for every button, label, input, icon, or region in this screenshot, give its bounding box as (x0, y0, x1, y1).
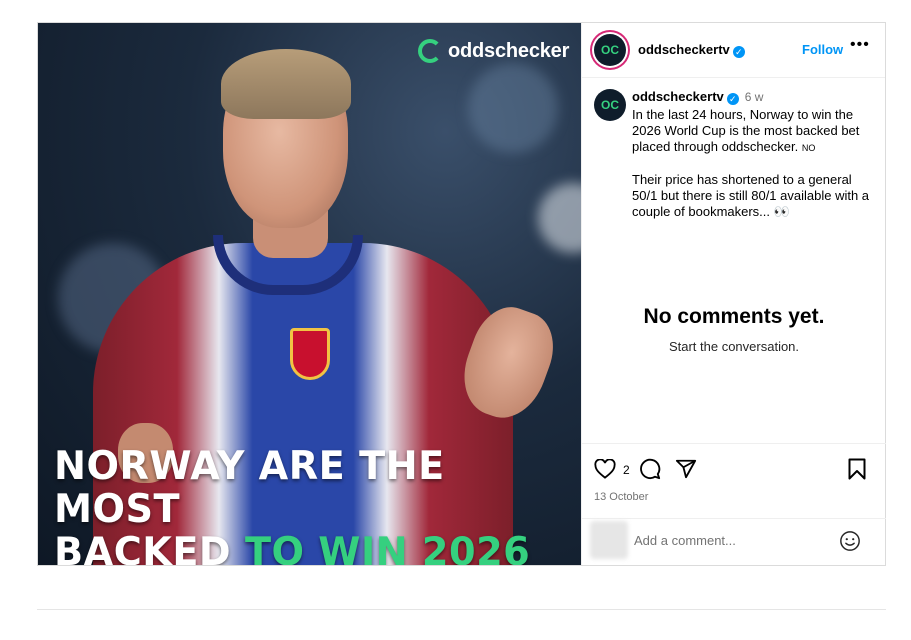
logo-icon (418, 39, 442, 63)
bookmark-icon[interactable] (848, 458, 866, 485)
post-sidebar: OC oddscheckertv ✓ Follow ••• OC oddschec… (581, 23, 886, 565)
caption-paragraph-1: In the last 24 hours, Norway to win the … (632, 107, 876, 156)
heart-icon[interactable] (594, 458, 616, 484)
action-bar: 2 13 October (582, 443, 886, 518)
post-age[interactable]: 6 w (745, 90, 764, 104)
comment-input[interactable] (634, 533, 834, 548)
username-text: oddscheckertv (638, 42, 730, 57)
post-date[interactable]: 13 October (594, 491, 648, 503)
headline-line1: NORWAY ARE THE MOST (54, 444, 445, 532)
post-image[interactable]: oddschecker NORWAY ARE THE MOST BACKED T… (38, 23, 581, 565)
empty-comments: No comments yet. Start the conversation. (582, 305, 886, 354)
verified-icon: ✓ (726, 93, 739, 105)
caption-header: oddscheckertv ✓ 6 w (632, 89, 876, 105)
share-icon[interactable] (675, 458, 697, 485)
player-hair (221, 49, 351, 119)
bokeh-light (538, 183, 581, 253)
empty-title: No comments yet. (643, 305, 825, 328)
norway-crest (290, 328, 330, 380)
header-username[interactable]: oddscheckertv ✓ (638, 42, 745, 58)
bokeh-light (468, 63, 558, 153)
follow-button[interactable]: Follow (802, 42, 843, 57)
post-header: OC oddscheckertv ✓ Follow ••• (582, 23, 885, 78)
user-avatar (590, 521, 628, 559)
flag-emoji: NO (801, 143, 816, 153)
caption-avatar[interactable]: OC (594, 89, 626, 121)
caption-text-1: In the last 24 hours, Norway to win the … (632, 107, 860, 154)
page-divider (37, 609, 886, 610)
headline-line2: BACKED TO WIN 2026 WC (54, 531, 570, 565)
avatar[interactable]: OC (594, 34, 626, 66)
image-headline: NORWAY ARE THE MOST BACKED TO WIN 2026 W… (54, 445, 570, 565)
caption-paragraph-2: Their price has shortened to a general 5… (632, 172, 870, 219)
comment-bar (582, 518, 886, 565)
verified-icon: ✓ (732, 46, 745, 58)
avatar-initials: OC (601, 43, 619, 57)
emoji-icon[interactable] (839, 530, 861, 557)
instagram-post: oddschecker NORWAY ARE THE MOST BACKED T… (37, 22, 886, 566)
avatar-initials: OC (601, 98, 619, 112)
headline-white: BACKED (54, 530, 232, 565)
caption: oddscheckertv ✓ 6 w In the last 24 hours, … (632, 89, 876, 220)
like-count[interactable]: 2 (623, 463, 630, 477)
more-icon[interactable]: ••• (850, 36, 870, 54)
comment-icon[interactable] (639, 458, 661, 485)
caption-username[interactable]: oddscheckertv (632, 89, 724, 104)
brand-name: oddschecker (448, 39, 570, 62)
brand-logo: oddschecker (418, 39, 569, 63)
empty-subtitle: Start the conversation. (668, 339, 800, 354)
